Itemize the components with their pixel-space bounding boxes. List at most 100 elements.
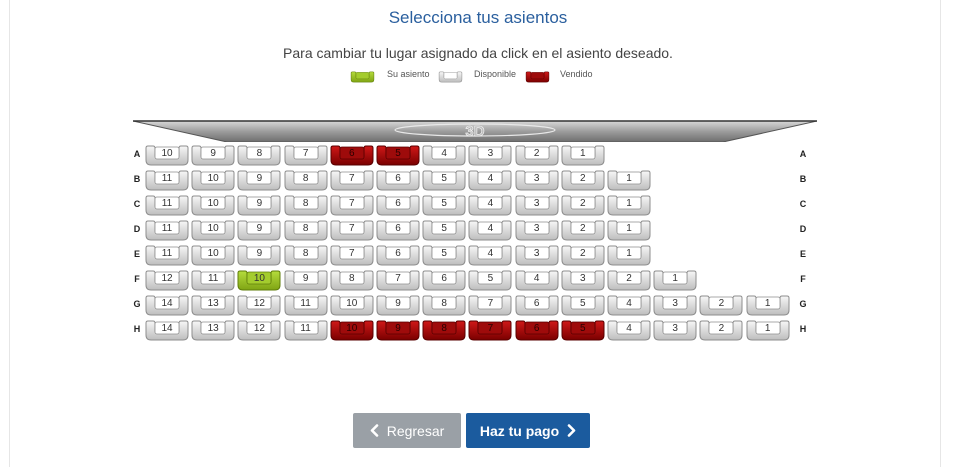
seat-G3[interactable]: 3: [652, 295, 698, 316]
seat-number: 9: [395, 298, 401, 309]
seat-H11[interactable]: 11: [283, 320, 329, 341]
back-button[interactable]: Regresar: [353, 413, 461, 448]
seat-E4[interactable]: 4: [467, 245, 513, 266]
seat-H4[interactable]: 4: [606, 320, 652, 341]
seat-A4[interactable]: 4: [421, 145, 467, 166]
seat-E1[interactable]: 1: [606, 245, 652, 266]
seat-B9[interactable]: 9: [236, 170, 282, 191]
seat-B4[interactable]: 4: [467, 170, 513, 191]
seat-H14[interactable]: 14: [144, 320, 190, 341]
seat-A7[interactable]: 7: [283, 145, 329, 166]
seat-E5[interactable]: 5: [421, 245, 467, 266]
seat-B1[interactable]: 1: [606, 170, 652, 191]
seat-G13[interactable]: 13: [190, 295, 236, 316]
seat-G12[interactable]: 12: [236, 295, 282, 316]
seat-B8[interactable]: 8: [283, 170, 329, 191]
seat-G4[interactable]: 4: [606, 295, 652, 316]
seat-D6[interactable]: 6: [375, 220, 421, 241]
seat-C7[interactable]: 7: [329, 195, 375, 216]
seat-F2[interactable]: 2: [606, 270, 652, 291]
seat-number: 9: [256, 248, 263, 259]
seat-G9[interactable]: 9: [375, 295, 421, 316]
seat-D2[interactable]: 2: [560, 220, 606, 241]
seat-D1[interactable]: 1: [606, 220, 652, 241]
seat-D11[interactable]: 11: [144, 220, 190, 241]
seat-H1[interactable]: 1: [745, 320, 791, 341]
seat-G8[interactable]: 8: [421, 295, 467, 316]
seat-E10[interactable]: 10: [190, 245, 236, 266]
seat-G5[interactable]: 5: [560, 295, 606, 316]
seat-F8[interactable]: 8: [329, 270, 375, 291]
seat-B10[interactable]: 10: [190, 170, 236, 191]
seat-E6[interactable]: 6: [375, 245, 421, 266]
seat-G6[interactable]: 6: [514, 295, 560, 316]
seat-E8[interactable]: 8: [283, 245, 329, 266]
seat-F11[interactable]: 11: [190, 270, 236, 291]
seat-number: 12: [253, 298, 265, 309]
seat-E3[interactable]: 3: [514, 245, 560, 266]
seat-B2[interactable]: 2: [560, 170, 606, 191]
seat-E11[interactable]: 11: [144, 245, 190, 266]
seat-C3[interactable]: 3: [514, 195, 560, 216]
seat-number: 6: [533, 298, 540, 309]
seat-E9[interactable]: 9: [236, 245, 282, 266]
seat-F7[interactable]: 7: [375, 270, 421, 291]
seat-B3[interactable]: 3: [514, 170, 560, 191]
seat-G1[interactable]: 1: [745, 295, 791, 316]
seat-C2[interactable]: 2: [560, 195, 606, 216]
row-label-right: F: [800, 274, 806, 284]
seat-G2[interactable]: 2: [698, 295, 744, 316]
seat-G11[interactable]: 11: [283, 295, 329, 316]
seat-E2[interactable]: 2: [560, 245, 606, 266]
seat-F3[interactable]: 3: [560, 270, 606, 291]
seat-G7[interactable]: 7: [467, 295, 513, 316]
seat-number: 8: [302, 198, 309, 209]
pay-button[interactable]: Haz tu pago: [466, 413, 590, 448]
seat-H2[interactable]: 2: [698, 320, 744, 341]
seat-B6[interactable]: 6: [375, 170, 421, 191]
seat-A1[interactable]: 1: [560, 145, 606, 166]
seat-F9[interactable]: 9: [283, 270, 329, 291]
seat-F12[interactable]: 12: [144, 270, 190, 291]
seat-H3[interactable]: 3: [652, 320, 698, 341]
seat-F6[interactable]: 6: [421, 270, 467, 291]
cinema-screen: 3D: [132, 120, 818, 147]
seat-number: 10: [346, 323, 358, 334]
seat-F4[interactable]: 4: [514, 270, 560, 291]
seat-A3[interactable]: 3: [467, 145, 513, 166]
seat-C11[interactable]: 11: [144, 195, 190, 216]
seat-C5[interactable]: 5: [421, 195, 467, 216]
seat-D9[interactable]: 9: [236, 220, 282, 241]
seat-F5[interactable]: 5: [467, 270, 513, 291]
seat-C1[interactable]: 1: [606, 195, 652, 216]
seat-H13[interactable]: 13: [190, 320, 236, 341]
row-label-left: A: [133, 149, 141, 159]
seat-E7[interactable]: 7: [329, 245, 375, 266]
seat-G10[interactable]: 10: [329, 295, 375, 316]
seat-B7[interactable]: 7: [329, 170, 375, 191]
instructions-text: Para cambiar tu lugar asignado da click …: [283, 45, 673, 61]
seat-B5[interactable]: 5: [421, 170, 467, 191]
seat-F10[interactable]: 10: [236, 270, 282, 291]
seat-number: 3: [533, 223, 540, 234]
seat-D5[interactable]: 5: [421, 220, 467, 241]
seat-A9[interactable]: 9: [190, 145, 236, 166]
seat-D3[interactable]: 3: [514, 220, 560, 241]
seat-C4[interactable]: 4: [467, 195, 513, 216]
seat-F1[interactable]: 1: [652, 270, 698, 291]
seat-A10[interactable]: 10: [144, 145, 190, 166]
seat-A2[interactable]: 2: [514, 145, 560, 166]
seat-D7[interactable]: 7: [329, 220, 375, 241]
seat-C9[interactable]: 9: [236, 195, 282, 216]
seat-number: 7: [349, 173, 355, 184]
seat-D8[interactable]: 8: [283, 220, 329, 241]
seat-A8[interactable]: 8: [236, 145, 282, 166]
seat-C8[interactable]: 8: [283, 195, 329, 216]
seat-D4[interactable]: 4: [467, 220, 513, 241]
seat-D10[interactable]: 10: [190, 220, 236, 241]
seat-G14[interactable]: 14: [144, 295, 190, 316]
seat-B11[interactable]: 11: [144, 170, 190, 191]
seat-C10[interactable]: 10: [190, 195, 236, 216]
seat-C6[interactable]: 6: [375, 195, 421, 216]
seat-H12[interactable]: 12: [236, 320, 282, 341]
